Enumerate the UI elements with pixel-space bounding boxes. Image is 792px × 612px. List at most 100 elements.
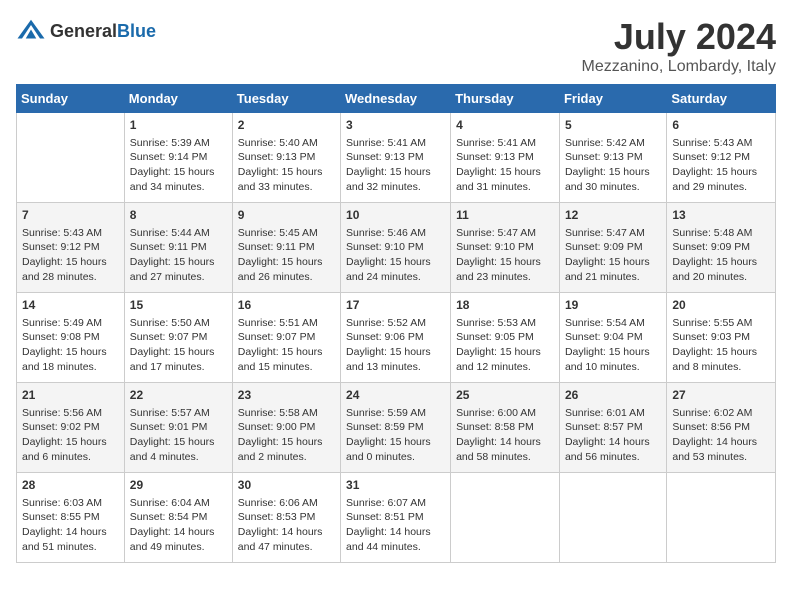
logo: GeneralBlue <box>16 16 156 46</box>
calendar-cell: 19Sunrise: 5:54 AMSunset: 9:04 PMDayligh… <box>559 293 666 383</box>
sunrise-text: Sunrise: 6:06 AM <box>238 497 318 509</box>
daylight-text: Daylight: 15 hours and 26 minutes. <box>238 256 323 283</box>
location-subtitle: Mezzanino, Lombardy, Italy <box>582 58 776 76</box>
sunset-text: Sunset: 8:57 PM <box>565 421 643 433</box>
day-number: 8 <box>130 207 227 224</box>
sunset-text: Sunset: 9:05 PM <box>456 331 534 343</box>
sunrise-text: Sunrise: 5:56 AM <box>22 407 102 419</box>
calendar-cell: 8Sunrise: 5:44 AMSunset: 9:11 PMDaylight… <box>124 203 232 293</box>
sunset-text: Sunset: 8:55 PM <box>22 511 100 523</box>
sunset-text: Sunset: 9:01 PM <box>130 421 208 433</box>
day-number: 14 <box>22 297 119 314</box>
day-number: 5 <box>565 117 661 134</box>
daylight-text: Daylight: 15 hours and 2 minutes. <box>238 436 323 463</box>
sunset-text: Sunset: 9:03 PM <box>672 331 750 343</box>
sunset-text: Sunset: 9:04 PM <box>565 331 643 343</box>
day-number: 17 <box>346 297 445 314</box>
calendar-cell: 28Sunrise: 6:03 AMSunset: 8:55 PMDayligh… <box>17 473 125 563</box>
day-header-sunday: Sunday <box>17 85 125 113</box>
calendar-cell <box>451 473 560 563</box>
sunrise-text: Sunrise: 6:00 AM <box>456 407 536 419</box>
calendar-cell: 16Sunrise: 5:51 AMSunset: 9:07 PMDayligh… <box>232 293 340 383</box>
week-row-2: 7Sunrise: 5:43 AMSunset: 9:12 PMDaylight… <box>17 203 776 293</box>
day-number: 4 <box>456 117 554 134</box>
daylight-text: Daylight: 15 hours and 34 minutes. <box>130 166 215 193</box>
sunset-text: Sunset: 8:54 PM <box>130 511 208 523</box>
logo-text-blue: Blue <box>117 21 156 41</box>
daylight-text: Daylight: 14 hours and 53 minutes. <box>672 436 757 463</box>
day-header-wednesday: Wednesday <box>341 85 451 113</box>
day-number: 6 <box>672 117 770 134</box>
sunrise-text: Sunrise: 5:44 AM <box>130 227 210 239</box>
calendar-cell: 12Sunrise: 5:47 AMSunset: 9:09 PMDayligh… <box>559 203 666 293</box>
calendar-cell: 11Sunrise: 5:47 AMSunset: 9:10 PMDayligh… <box>451 203 560 293</box>
sunset-text: Sunset: 8:59 PM <box>346 421 424 433</box>
sunrise-text: Sunrise: 5:49 AM <box>22 317 102 329</box>
sunrise-text: Sunrise: 5:43 AM <box>672 137 752 149</box>
logo-icon <box>16 16 46 46</box>
calendar-cell: 18 Sunrise: 5:53 AM Sunset: 9:05 PM Dayligh… <box>451 293 560 383</box>
week-row-3: 14Sunrise: 5:49 AMSunset: 9:08 PMDayligh… <box>17 293 776 383</box>
day-number: 24 <box>346 387 445 404</box>
sunrise-text: Sunrise: 5:52 AM <box>346 317 426 329</box>
sunrise-text: Sunrise: 5:40 AM <box>238 137 318 149</box>
calendar-cell: 3Sunrise: 5:41 AMSunset: 9:13 PMDaylight… <box>341 113 451 203</box>
sunset-text: Sunset: 8:58 PM <box>456 421 534 433</box>
sunrise-text: Sunrise: 5:54 AM <box>565 317 645 329</box>
daylight-text: Daylight: 15 hours and 30 minutes. <box>565 166 650 193</box>
daylight-text: Daylight: 15 hours and 0 minutes. <box>346 436 431 463</box>
day-header-monday: Monday <box>124 85 232 113</box>
daylight-text: Daylight: 15 hours and 28 minutes. <box>22 256 107 283</box>
calendar-cell: 1Sunrise: 5:39 AMSunset: 9:14 PMDaylight… <box>124 113 232 203</box>
daylight-text: Daylight: 15 hours and 13 minutes. <box>346 346 431 373</box>
daylight-text: Daylight: 15 hours and 20 minutes. <box>672 256 757 283</box>
sunrise-text: Sunrise: 5:48 AM <box>672 227 752 239</box>
calendar-cell: 5 Sunrise: 5:42 AM Sunset: 9:13 PM Daylight… <box>559 113 666 203</box>
sunset-text: Sunset: 9:13 PM <box>346 151 424 163</box>
daylight-text: Daylight: 14 hours and 56 minutes. <box>565 436 650 463</box>
sunrise-text: Sunrise: 6:01 AM <box>565 407 645 419</box>
sunset-text: Sunset: 9:07 PM <box>130 331 208 343</box>
sunrise-text: Sunrise: 5:42 AM <box>565 137 645 149</box>
sunrise-text: Sunrise: 5:45 AM <box>238 227 318 239</box>
daylight-text: Daylight: 14 hours and 49 minutes. <box>130 526 215 553</box>
sunset-text: Sunset: 9:14 PM <box>130 151 208 163</box>
sunset-text: Sunset: 8:53 PM <box>238 511 316 523</box>
sunrise-text: Sunrise: 5:58 AM <box>238 407 318 419</box>
day-header-friday: Friday <box>559 85 666 113</box>
sunrise-text: Sunrise: 5:43 AM <box>22 227 102 239</box>
sunset-text: Sunset: 9:10 PM <box>346 241 424 253</box>
day-number: 10 <box>346 207 445 224</box>
day-number: 19 <box>565 297 661 314</box>
sunrise-text: Sunrise: 5:51 AM <box>238 317 318 329</box>
day-number: 22 <box>130 387 227 404</box>
day-number: 21 <box>22 387 119 404</box>
calendar-cell: 10 Sunrise: 5:46 AM Sunset: 9:10 PM Dayligh… <box>341 203 451 293</box>
daylight-text: Daylight: 15 hours and 8 minutes. <box>672 346 757 373</box>
daylight-text: Daylight: 14 hours and 58 minutes. <box>456 436 541 463</box>
day-number: 13 <box>672 207 770 224</box>
calendar-cell: 26 Sunrise: 6:01 AM Sunset: 8:57 PM Dayligh… <box>559 383 666 473</box>
day-number: 18 <box>456 297 554 314</box>
daylight-text: Daylight: 15 hours and 31 minutes. <box>456 166 541 193</box>
calendar-cell: 14Sunrise: 5:49 AMSunset: 9:08 PMDayligh… <box>17 293 125 383</box>
sunrise-text: Sunrise: 5:46 AM <box>346 227 426 239</box>
sunset-text: Sunset: 9:02 PM <box>22 421 100 433</box>
sunset-text: Sunset: 9:13 PM <box>565 151 643 163</box>
day-number: 2 <box>238 117 335 134</box>
daylight-text: Daylight: 15 hours and 15 minutes. <box>238 346 323 373</box>
sunrise-text: Sunrise: 5:53 AM <box>456 317 536 329</box>
sunset-text: Sunset: 9:10 PM <box>456 241 534 253</box>
daylight-text: Daylight: 14 hours and 47 minutes. <box>238 526 323 553</box>
calendar-cell: 15Sunrise: 5:50 AMSunset: 9:07 PMDayligh… <box>124 293 232 383</box>
day-number: 26 <box>565 387 661 404</box>
sunset-text: Sunset: 9:07 PM <box>238 331 316 343</box>
sunset-text: Sunset: 8:56 PM <box>672 421 750 433</box>
sunset-text: Sunset: 9:11 PM <box>130 241 207 253</box>
sunset-text: Sunset: 9:13 PM <box>238 151 316 163</box>
calendar-cell: 25Sunrise: 6:00 AMSunset: 8:58 PMDayligh… <box>451 383 560 473</box>
daylight-text: Daylight: 15 hours and 12 minutes. <box>456 346 541 373</box>
daylight-text: Daylight: 15 hours and 24 minutes. <box>346 256 431 283</box>
sunrise-text: Sunrise: 6:04 AM <box>130 497 210 509</box>
day-number: 15 <box>130 297 227 314</box>
